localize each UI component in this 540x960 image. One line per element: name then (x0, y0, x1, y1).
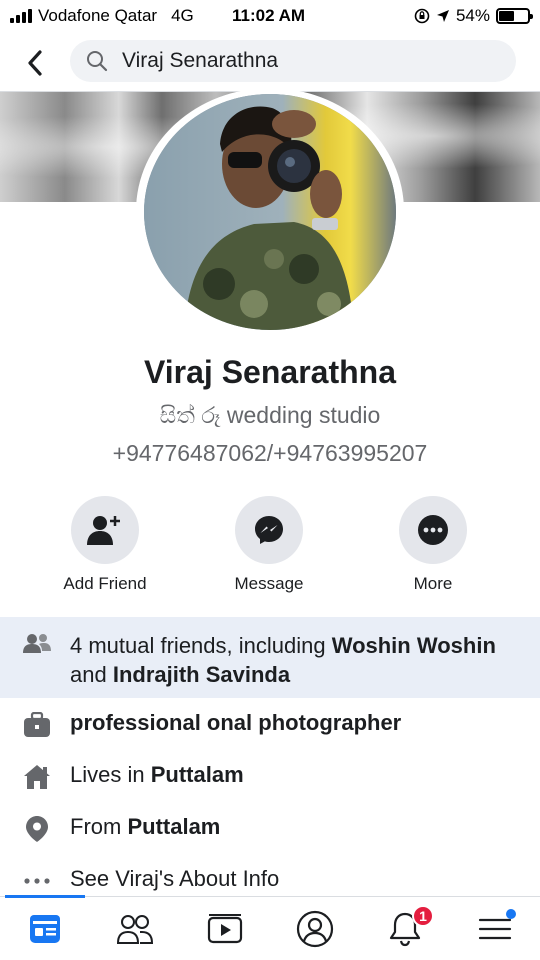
profile-bio-line-1: සිත් රූ wedding studio (159, 402, 381, 428)
status-time: 11:02 AM (232, 6, 306, 25)
profile-name: Viraj Senarathna (144, 354, 396, 390)
header: Viraj Senarathna (0, 34, 540, 90)
status-right: 54% (414, 6, 533, 26)
profile-picture[interactable] (144, 94, 396, 330)
tab-friends[interactable] (90, 897, 180, 960)
battery-percent: 54% (455, 6, 490, 25)
message-label: Message (234, 574, 304, 593)
from-row: From Puttalam (0, 808, 540, 848)
mutual-friends-row[interactable]: 4 mutual friends, including Woshin Woshi… (0, 617, 540, 698)
mutual-friend-2[interactable]: Indrajith Savinda (113, 662, 290, 687)
lives-in-value[interactable]: Puttalam (151, 762, 244, 787)
about-info-link[interactable]: See Viraj's About Info (70, 866, 279, 892)
tab-notifications[interactable]: 1 (360, 897, 450, 960)
tab-profile[interactable] (270, 897, 360, 960)
search-icon (87, 51, 108, 72)
mutual-and: and (70, 662, 113, 687)
location-arrow-icon (436, 10, 449, 22)
status-bar: Vodafone Qatar 4G 11:02 AM 54% (0, 0, 540, 32)
message-circle (235, 496, 303, 564)
about-info-row[interactable]: See Viraj's About Info (0, 860, 540, 900)
more-circle (399, 496, 467, 564)
location-pin-icon (22, 814, 52, 844)
mutual-friend-1[interactable]: Woshin Woshin (332, 633, 496, 658)
battery-icon (496, 8, 533, 24)
active-tab-indicator (5, 895, 85, 898)
menu-new-dot (506, 909, 516, 919)
profile-picture-frame (136, 88, 404, 334)
notification-badge: 1 (412, 905, 434, 927)
lives-in-prefix: Lives in (70, 762, 151, 787)
search-text: Viraj Senarathna (122, 49, 279, 72)
chevron-left-icon (28, 50, 42, 76)
watch-video-icon (207, 914, 243, 944)
back-button[interactable] (18, 46, 52, 80)
profile-icon (296, 910, 334, 948)
friends-icon (22, 631, 52, 662)
add-friend-circle (71, 496, 139, 564)
profile-bio-line-2: +94776487062/+94763995207 (112, 440, 428, 466)
add-friend-button[interactable]: Add Friend (45, 496, 165, 594)
from-prefix: From (70, 814, 128, 839)
mutual-prefix: 4 mutual friends, including (70, 633, 332, 658)
orientation-lock-icon (414, 8, 430, 24)
work-value: professional onal photographer (70, 710, 402, 735)
lives-in-row: Lives in Puttalam (0, 756, 540, 796)
work-text: professional onal photographer (70, 710, 401, 736)
lives-in-text: Lives in Puttalam (70, 762, 244, 788)
messenger-icon (255, 516, 283, 544)
news-feed-icon (30, 915, 60, 943)
add-friend-label: Add Friend (63, 574, 147, 593)
more-button[interactable]: More (373, 496, 493, 594)
more-icon (418, 515, 448, 545)
work-row: professional onal photographer (0, 704, 540, 744)
ellipsis-icon (22, 866, 52, 896)
signal-icon (10, 9, 32, 23)
from-text: From Puttalam (70, 814, 220, 840)
briefcase-icon (22, 710, 52, 740)
add-friend-icon (87, 516, 120, 545)
tab-news-feed[interactable] (0, 895, 90, 960)
more-label: More (413, 574, 453, 593)
tab-watch[interactable] (180, 897, 270, 960)
bottom-tab-bar: 1 (0, 895, 540, 960)
search-input[interactable]: Viraj Senarathna (70, 40, 516, 82)
from-value[interactable]: Puttalam (127, 814, 220, 839)
message-button[interactable]: Message (209, 496, 329, 594)
mutual-friends-text: 4 mutual friends, including Woshin Woshi… (70, 631, 520, 689)
friends-tab-icon (116, 915, 154, 944)
network-type: 4G (171, 6, 194, 25)
status-left: Vodafone Qatar 4G (10, 6, 194, 26)
home-icon (22, 762, 52, 792)
carrier-name: Vodafone Qatar (38, 6, 158, 25)
hamburger-menu-icon (478, 918, 512, 940)
tab-menu[interactable] (450, 897, 540, 960)
